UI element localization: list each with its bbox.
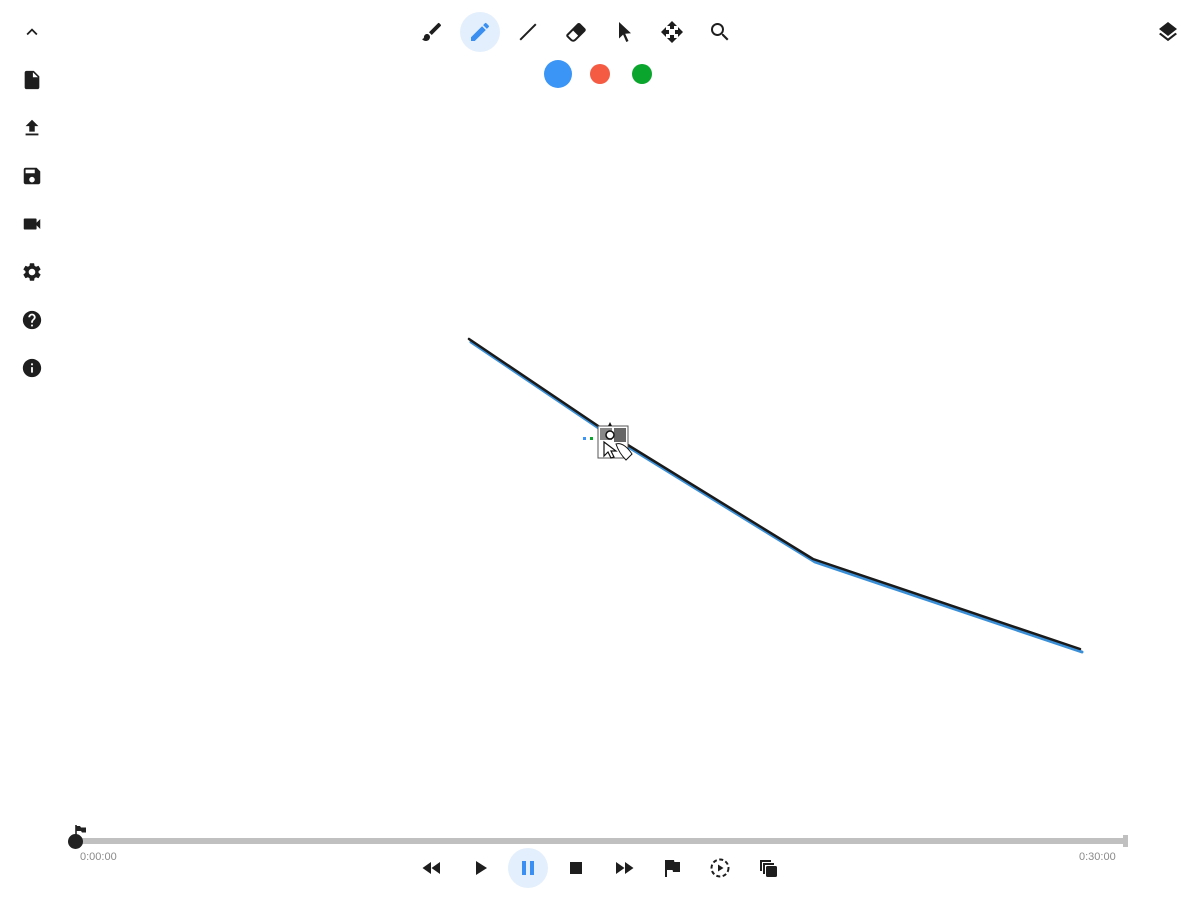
stop-button[interactable] bbox=[556, 848, 596, 888]
play-button[interactable] bbox=[460, 848, 500, 888]
timeline-start-time: 0:00:00 bbox=[80, 851, 117, 863]
timeline-end-time: 0:30:00 bbox=[1079, 851, 1116, 863]
pause-icon bbox=[522, 861, 534, 875]
fast-forward-icon bbox=[616, 862, 634, 874]
copy-frames-button[interactable] bbox=[748, 848, 788, 888]
timeline-end-marker bbox=[1123, 835, 1128, 847]
drawing-app: 0:00:00 0:30:00 bbox=[0, 0, 1200, 900]
drawing-canvas[interactable] bbox=[0, 0, 1200, 900]
timeline-track[interactable] bbox=[76, 838, 1126, 844]
drawn-stroke bbox=[467, 337, 1082, 651]
pause-button[interactable] bbox=[508, 848, 548, 888]
flag-icon bbox=[665, 860, 680, 877]
replay-circle-icon bbox=[710, 858, 730, 878]
stop-icon bbox=[570, 862, 582, 874]
replay-button[interactable] bbox=[700, 848, 740, 888]
drawn-stroke-highlight bbox=[469, 340, 1084, 654]
copy-stack-icon bbox=[760, 860, 777, 877]
fast-forward-button[interactable] bbox=[604, 848, 644, 888]
rewind-icon bbox=[422, 862, 440, 874]
add-marker-button[interactable] bbox=[652, 848, 692, 888]
play-icon bbox=[476, 861, 487, 875]
rewind-button[interactable] bbox=[412, 848, 452, 888]
flag-icon[interactable] bbox=[74, 824, 88, 838]
drawing-cursor-icon bbox=[583, 422, 633, 461]
